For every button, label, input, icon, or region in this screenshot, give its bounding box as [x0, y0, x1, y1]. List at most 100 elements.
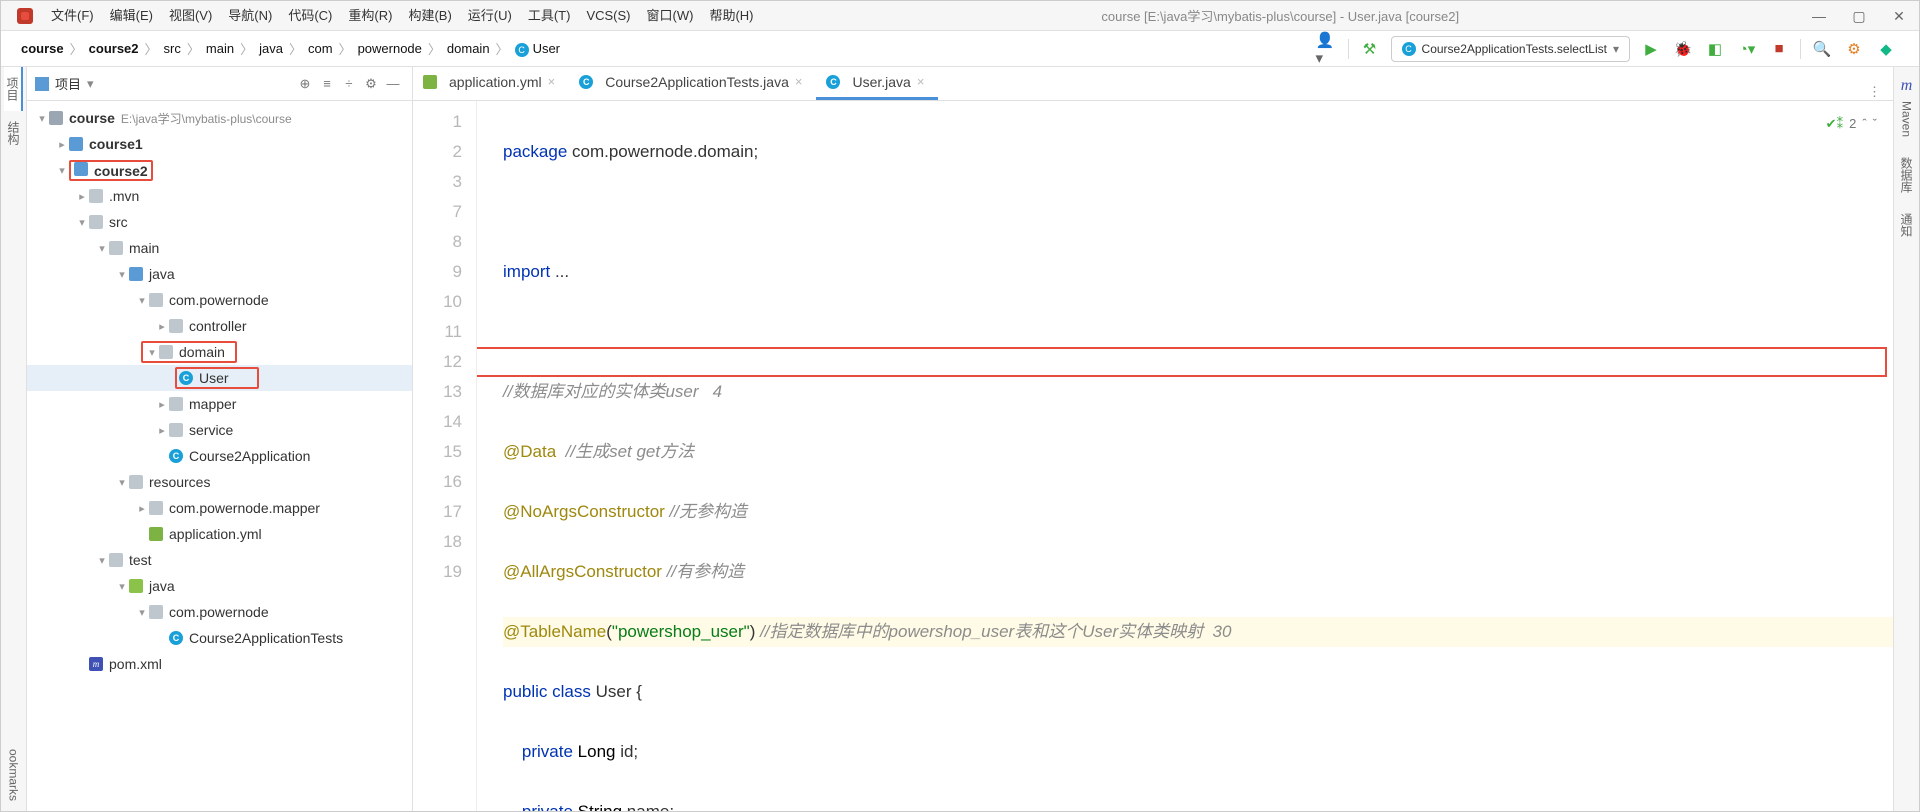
database-toolwindow-tab[interactable]: 数据库 [1898, 147, 1915, 203]
structure-toolwindow-tab[interactable]: 结构 [5, 111, 22, 155]
tree-folder-mvn[interactable]: ▸.mvn [27, 183, 412, 209]
menu-item[interactable]: 帮助(H) [701, 1, 761, 31]
tree-folder-src[interactable]: ▾src [27, 209, 412, 235]
tree-class-tests[interactable]: CCourse2ApplicationTests [27, 625, 412, 651]
close-tab-icon[interactable]: × [795, 74, 803, 89]
minimize-button[interactable]: — [1799, 1, 1839, 31]
tree-class-user[interactable]: CUser [27, 365, 412, 391]
tree-package-mapper-res[interactable]: ▸com.powernode.mapper [27, 495, 412, 521]
chevron-down-icon[interactable]: ▾ [87, 76, 94, 92]
tree-package-test[interactable]: ▾com.powernode [27, 599, 412, 625]
tree-package[interactable]: ▾com.powernode [27, 287, 412, 313]
editor-tab[interactable]: CUser.java× [816, 67, 938, 100]
breadcrumb-item[interactable]: course2 [89, 41, 139, 56]
hide-panel-icon[interactable]: — [382, 73, 404, 95]
breadcrumb-item[interactable]: course [21, 41, 64, 56]
tree-module-course1[interactable]: ▸course1 [27, 131, 412, 157]
menubar: 文件(F)编辑(E)视图(V)导航(N)代码(C)重构(R)构建(B)运行(U)… [1, 1, 1919, 31]
menu-item[interactable]: 导航(N) [220, 1, 280, 31]
breadcrumb-item[interactable]: java [259, 41, 283, 56]
close-tab-icon[interactable]: × [548, 74, 556, 89]
chevron-down-icon[interactable]: ˇ [1873, 109, 1877, 139]
run-config-selector[interactable]: C Course2ApplicationTests.selectList ▾ [1391, 36, 1630, 62]
tree-package-service[interactable]: ▸service [27, 417, 412, 443]
stop-button[interactable]: ■ [1768, 38, 1790, 60]
menu-item[interactable]: 运行(U) [460, 1, 520, 31]
settings-sync-icon[interactable]: ⚙ [1843, 38, 1865, 60]
breadcrumb-item[interactable]: CUser [515, 41, 560, 57]
code-content[interactable]: package com.powernode.domain; import ...… [477, 101, 1893, 811]
bookmarks-toolwindow-tab[interactable]: ookmarks [7, 739, 21, 811]
class-icon: C [579, 75, 593, 89]
chevron-up-icon[interactable]: ˆ [1862, 109, 1866, 139]
close-button[interactable]: ✕ [1879, 1, 1919, 31]
search-icon[interactable]: 🔍 [1811, 38, 1833, 60]
menu-item[interactable]: 工具(T) [520, 1, 579, 31]
class-icon: C [826, 75, 840, 89]
project-tree[interactable]: ▾courseE:\java学习\mybatis-plus\course ▸co… [27, 101, 412, 811]
tree-package-domain[interactable]: ▾domain [27, 339, 412, 365]
breadcrumb-item[interactable]: com [308, 41, 333, 56]
menu-item[interactable]: 窗口(W) [639, 1, 702, 31]
check-icon: ✔⁑ [1826, 109, 1843, 139]
app-logo [17, 8, 33, 24]
editor-tabs: application.yml×CCourse2ApplicationTests… [413, 67, 1893, 101]
tree-folder-main[interactable]: ▾main [27, 235, 412, 261]
editor: application.yml×CCourse2ApplicationTests… [413, 67, 1893, 811]
debug-button[interactable]: 🐞 [1672, 38, 1694, 60]
menu-item[interactable]: 代码(C) [280, 1, 340, 31]
breadcrumb-item[interactable]: domain [447, 41, 490, 56]
coverage-button[interactable]: ◧ [1704, 38, 1726, 60]
tree-package-mapper[interactable]: ▸mapper [27, 391, 412, 417]
line-number: 10 [413, 287, 462, 317]
tree-folder-resources[interactable]: ▾resources [27, 469, 412, 495]
breadcrumb-separator: 〉 [240, 39, 253, 58]
menu-item[interactable]: VCS(S) [578, 1, 638, 31]
hammer-icon[interactable]: ⚒ [1359, 38, 1381, 60]
tree-root[interactable]: ▾courseE:\java学习\mybatis-plus\course [27, 105, 412, 131]
breadcrumb-item[interactable]: main [206, 41, 234, 56]
gear-icon[interactable]: ⚙ [360, 73, 382, 95]
tab-menu-icon[interactable]: ⋮ [1868, 84, 1881, 100]
code-with-me-icon[interactable]: ◆ [1875, 38, 1897, 60]
locate-icon[interactable]: ⊕ [294, 73, 316, 95]
code-editor[interactable]: 12378910111213141516171819 package com.p… [413, 101, 1893, 811]
menu-item[interactable]: 编辑(E) [102, 1, 161, 31]
project-panel-header: 项目 ▾ ⊕ ≡ ÷ ⚙ — [27, 67, 412, 101]
test-icon: C [1402, 42, 1416, 56]
menu-item[interactable]: 重构(R) [340, 1, 400, 31]
tree-class-app[interactable]: CCourse2Application [27, 443, 412, 469]
run-button[interactable]: ▶ [1640, 38, 1662, 60]
tree-package-controller[interactable]: ▸controller [27, 313, 412, 339]
menu-item[interactable]: 视图(V) [161, 1, 220, 31]
inspections-widget[interactable]: ✔⁑ 2 ˆ ˇ [1826, 109, 1877, 139]
tree-folder-java[interactable]: ▾java [27, 261, 412, 287]
maven-toolwindow-tab[interactable]: Maven [1900, 91, 1914, 147]
tree-module-course2[interactable]: ▾course2 [27, 157, 412, 183]
tree-file-pom[interactable]: mpom.xml [27, 651, 412, 677]
breadcrumb-item[interactable]: src [164, 41, 181, 56]
expand-all-icon[interactable]: ≡ [316, 73, 338, 95]
project-toolwindow-tab[interactable]: 项目 [4, 67, 23, 111]
tree-folder-test-java[interactable]: ▾java [27, 573, 412, 599]
editor-tab[interactable]: application.yml × [413, 67, 569, 100]
users-icon[interactable]: 👤▾ [1316, 38, 1338, 60]
close-tab-icon[interactable]: × [917, 74, 925, 89]
breadcrumb-item[interactable]: powernode [358, 41, 422, 56]
tree-folder-test[interactable]: ▾test [27, 547, 412, 573]
collapse-all-icon[interactable]: ÷ [338, 73, 360, 95]
window-title: course [E:\java学习\mybatis-plus\course] -… [761, 6, 1799, 25]
breadcrumbs: course〉course2〉src〉main〉java〉com〉powerno… [1, 39, 1316, 58]
editor-tab[interactable]: CCourse2ApplicationTests.java× [569, 67, 816, 100]
maximize-button[interactable]: ▢ [1839, 1, 1879, 31]
breadcrumb-separator: 〉 [289, 39, 302, 58]
menu-item[interactable]: 文件(F) [43, 1, 102, 31]
line-number: 1 [413, 107, 462, 137]
tab-label: application.yml [449, 74, 542, 90]
profile-button[interactable]: ◔▾ [1736, 38, 1758, 60]
tree-file-yml[interactable]: application.yml [27, 521, 412, 547]
notifications-toolwindow-tab[interactable]: 通知 [1898, 203, 1915, 247]
project-panel: 项目 ▾ ⊕ ≡ ÷ ⚙ — ▾courseE:\java学习\mybatis-… [27, 67, 413, 811]
menu-item[interactable]: 构建(B) [400, 1, 459, 31]
line-number: 11 [413, 317, 462, 347]
